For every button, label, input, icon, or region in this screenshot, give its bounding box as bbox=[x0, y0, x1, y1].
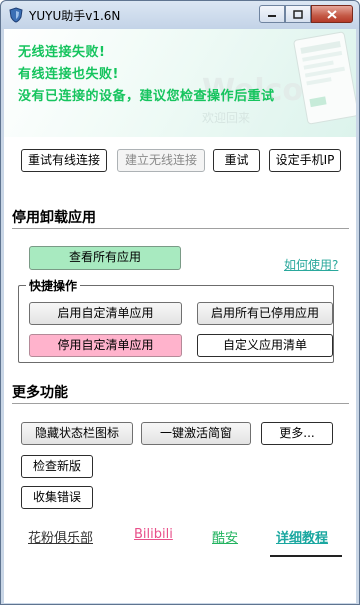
enable-custom-list-button[interactable]: 启用自定清单应用 bbox=[29, 302, 182, 325]
close-button[interactable] bbox=[311, 5, 353, 23]
maximize-icon bbox=[293, 9, 303, 19]
more-button[interactable]: 更多... bbox=[261, 422, 333, 445]
build-wireless-button[interactable]: 建立无线连接 bbox=[117, 149, 205, 172]
app-shield-icon bbox=[9, 7, 23, 23]
retry-wired-button[interactable]: 重试有线连接 bbox=[21, 149, 107, 172]
section-divider bbox=[12, 403, 349, 404]
phone-illustration bbox=[292, 31, 356, 125]
footer-divider bbox=[270, 555, 342, 557]
maximize-button[interactable] bbox=[285, 5, 311, 23]
status-banner: Welcome 欢迎回来 无线连接失败! 有线连接也失败! 没有已连接的设备，建… bbox=[4, 29, 356, 137]
how-to-use-link[interactable]: 如何使用? bbox=[284, 256, 338, 273]
wired-fail-message: 有线连接也失败! bbox=[18, 67, 119, 82]
disable-custom-list-button[interactable]: 停用自定清单应用 bbox=[29, 334, 182, 357]
set-phone-ip-button[interactable]: 设定手机IP bbox=[269, 149, 341, 172]
minimize-button[interactable] bbox=[259, 5, 285, 23]
quick-ops-legend: 快捷操作 bbox=[26, 277, 81, 294]
welcome-subtitle: 欢迎回来 bbox=[202, 111, 251, 125]
phone-screen-icon bbox=[300, 41, 346, 108]
activate-button[interactable]: 一键激活简窗 bbox=[141, 422, 251, 445]
bilibili-link[interactable]: Bilibili bbox=[134, 527, 173, 542]
custom-app-list-button[interactable]: 自定义应用清单 bbox=[197, 334, 333, 357]
no-device-message: 没有已连接的设备，建议您检查操作后重试 bbox=[18, 89, 275, 104]
window-controls bbox=[259, 5, 353, 23]
wireless-fail-message: 无线连接失败! bbox=[18, 45, 106, 60]
collect-errors-button[interactable]: 收集错误 bbox=[21, 486, 93, 509]
retry-button[interactable]: 重试 bbox=[213, 149, 260, 172]
check-update-button[interactable]: 检查新版 bbox=[21, 455, 93, 478]
coolapk-link[interactable]: 酷安 bbox=[212, 527, 238, 546]
view-all-apps-button[interactable]: 查看所有应用 bbox=[29, 246, 181, 270]
hide-status-icon-button[interactable]: 隐藏状态栏图标 bbox=[21, 422, 133, 445]
minimize-icon bbox=[268, 15, 276, 17]
tutorial-link[interactable]: 详细教程 bbox=[276, 527, 328, 546]
enable-all-disabled-button[interactable]: 启用所有已停用应用 bbox=[197, 302, 333, 325]
close-icon bbox=[327, 9, 337, 19]
section-divider bbox=[12, 228, 349, 229]
uninstall-section-title: 停用卸载应用 bbox=[12, 210, 96, 226]
client-area: Welcome 欢迎回来 无线连接失败! 有线连接也失败! 没有已连接的设备，建… bbox=[4, 29, 356, 603]
window-title: YUYU助手v1.6N bbox=[29, 9, 121, 23]
title-bar[interactable]: YUYU助手v1.6N bbox=[1, 1, 359, 29]
app-window: YUYU助手v1.6N Welcome 欢迎回来 无线连接失败! 有线连接也失败… bbox=[0, 0, 360, 605]
more-section-title: 更多功能 bbox=[12, 385, 68, 401]
huafen-club-link[interactable]: 花粉俱乐部 bbox=[28, 527, 93, 546]
